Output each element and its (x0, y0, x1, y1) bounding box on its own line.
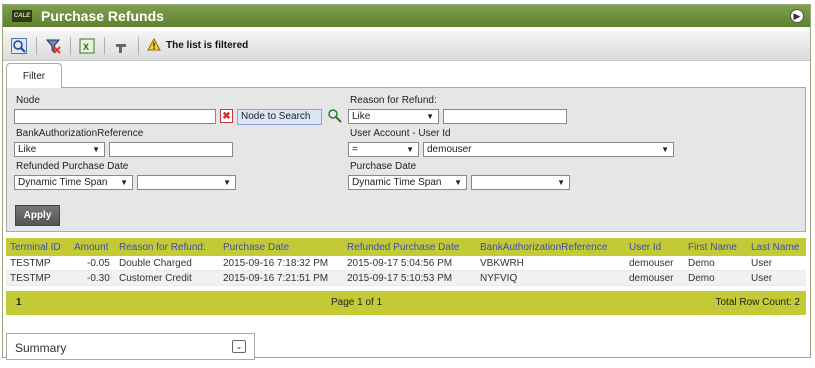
summary-select[interactable]: Summary ⌄ (6, 333, 255, 360)
node-field[interactable] (14, 109, 216, 124)
cell-refunded-date: 2015-09-17 5:10:53 PM (347, 272, 453, 284)
node-label: Node (16, 95, 40, 106)
column-header[interactable]: BankAuthorizationReference (480, 242, 607, 253)
chevron-down-icon: ▼ (661, 145, 669, 154)
refunded-date-mode-select[interactable]: Dynamic Time Span ▼ (14, 175, 133, 190)
filter-panel: Node ✖ Node to Search BankAuthorizationR… (6, 87, 806, 232)
window-title: Purchase Refunds (41, 8, 164, 24)
table-row[interactable]: TESTMP -0.30 Customer Credit 2015-09-16 … (6, 271, 806, 286)
export-excel-icon[interactable]: X (78, 37, 96, 55)
refunded-date-label: Refunded Purchase Date (16, 161, 129, 172)
bank-ref-operator-select[interactable]: Like ▼ (14, 142, 105, 157)
user-id-select[interactable]: demouser ▼ (423, 142, 674, 157)
apply-button[interactable]: Apply (15, 205, 60, 226)
filter-status: The list is filtered (147, 37, 249, 54)
chevron-down-icon: ▼ (454, 178, 462, 187)
cell-bank-ref: VBKWRH (480, 257, 524, 269)
column-header[interactable]: Terminal ID (10, 242, 61, 253)
cell-user-id: demouser (629, 272, 674, 284)
cell-terminal-id: TESTMP (10, 272, 51, 284)
filter-status-text: The list is filtered (166, 40, 249, 51)
purchase-date-mode-value: Dynamic Time Span (352, 177, 442, 188)
cell-refunded-date: 2015-09-17 5:04:56 PM (347, 257, 453, 269)
user-operator-value: = (352, 144, 358, 155)
page-info: Page 1 of 1 (331, 297, 383, 308)
page-number[interactable]: 1 (16, 297, 22, 308)
purchase-date-range-select[interactable]: ▼ (471, 175, 570, 190)
cell-reason: Double Charged (119, 257, 192, 269)
column-header[interactable]: User Id (629, 242, 661, 253)
purchase-date-label: Purchase Date (350, 161, 417, 172)
table-footer: 1 Page 1 of 1 Total Row Count: 2 (6, 291, 806, 315)
chevron-down-icon[interactable]: ⌄ (232, 340, 246, 353)
chevron-down-icon: ▼ (120, 178, 128, 187)
svg-text:X: X (83, 42, 89, 52)
bank-ref-label: BankAuthorizationReference (16, 128, 144, 139)
window-menu-icon[interactable]: ▶ (790, 9, 804, 23)
cell-reason: Customer Credit (119, 272, 192, 284)
bank-ref-field[interactable] (109, 142, 233, 157)
toolbar-separator (104, 36, 105, 55)
chevron-down-icon: ▼ (557, 178, 565, 187)
cell-first-name: Demo (688, 257, 715, 269)
node-search-go-icon[interactable] (327, 108, 343, 124)
tab-filter[interactable]: Filter (6, 63, 62, 88)
refunded-date-range-select[interactable]: ▼ (137, 175, 236, 190)
cell-amount: -0.05 (87, 257, 110, 269)
cell-amount: -0.30 (87, 272, 110, 284)
summary-label: Summary (15, 341, 67, 355)
cell-terminal-id: TESTMP (10, 257, 51, 269)
cell-purchase-date: 2015-09-16 7:21:51 PM (223, 272, 329, 284)
cell-last-name: User (751, 257, 773, 269)
reason-operator-value: Like (352, 111, 371, 122)
title-bar: CALE Purchase Refunds ▶ (3, 5, 810, 27)
user-account-label: User Account - User Id (350, 128, 451, 139)
column-header[interactable]: Refunded Purchase Date (347, 242, 459, 253)
clear-filter-icon[interactable] (44, 37, 62, 55)
cell-last-name: User (751, 272, 773, 284)
refunded-date-mode-value: Dynamic Time Span (18, 177, 108, 188)
column-header[interactable]: Amount (74, 242, 108, 253)
cell-purchase-date: 2015-09-16 7:18:32 PM (223, 257, 329, 269)
reason-operator-select[interactable]: Like ▼ (348, 109, 439, 124)
chevron-down-icon: ▼ (92, 145, 100, 154)
warning-icon (147, 37, 161, 54)
user-id-value: demouser (427, 144, 472, 155)
clear-node-icon[interactable]: ✖ (220, 109, 233, 123)
toolbar: X The list is filtered (3, 31, 810, 61)
reason-field[interactable] (443, 109, 567, 124)
chevron-down-icon: ▼ (426, 112, 434, 121)
column-header[interactable]: Reason for Refund: (119, 242, 206, 253)
table-row[interactable]: TESTMP -0.05 Double Charged 2015-09-16 7… (6, 256, 806, 271)
toolbar-separator (70, 36, 71, 55)
cell-user-id: demouser (629, 257, 674, 269)
chevron-down-icon: ▼ (406, 145, 414, 154)
user-operator-select[interactable]: = ▼ (348, 142, 419, 157)
search-icon[interactable] (10, 37, 28, 55)
cell-first-name: Demo (688, 272, 715, 284)
column-header[interactable]: Last Name (751, 242, 799, 253)
cale-logo: CALE (12, 10, 32, 22)
reason-label: Reason for Refund: (350, 95, 437, 106)
chevron-down-icon: ▼ (223, 178, 231, 187)
column-header[interactable]: Purchase Date (223, 242, 289, 253)
cell-bank-ref: NYFVIQ (480, 272, 518, 284)
purchase-refunds-window: CALE Purchase Refunds ▶ X The list is fi… (2, 4, 811, 360)
bank-ref-operator-value: Like (18, 144, 37, 155)
refunds-table: Terminal ID Amount Reason for Refund: Pu… (6, 238, 806, 315)
toolbar-separator (36, 36, 37, 55)
purchase-date-mode-select[interactable]: Dynamic Time Span ▼ (348, 175, 467, 190)
column-header[interactable]: First Name (688, 242, 737, 253)
row-count: Total Row Count: 2 (715, 297, 801, 308)
table-header: Terminal ID Amount Reason for Refund: Pu… (6, 238, 806, 256)
node-search-input[interactable]: Node to Search (237, 109, 322, 125)
toolbar-separator (138, 36, 139, 55)
pin-icon[interactable] (112, 37, 130, 55)
